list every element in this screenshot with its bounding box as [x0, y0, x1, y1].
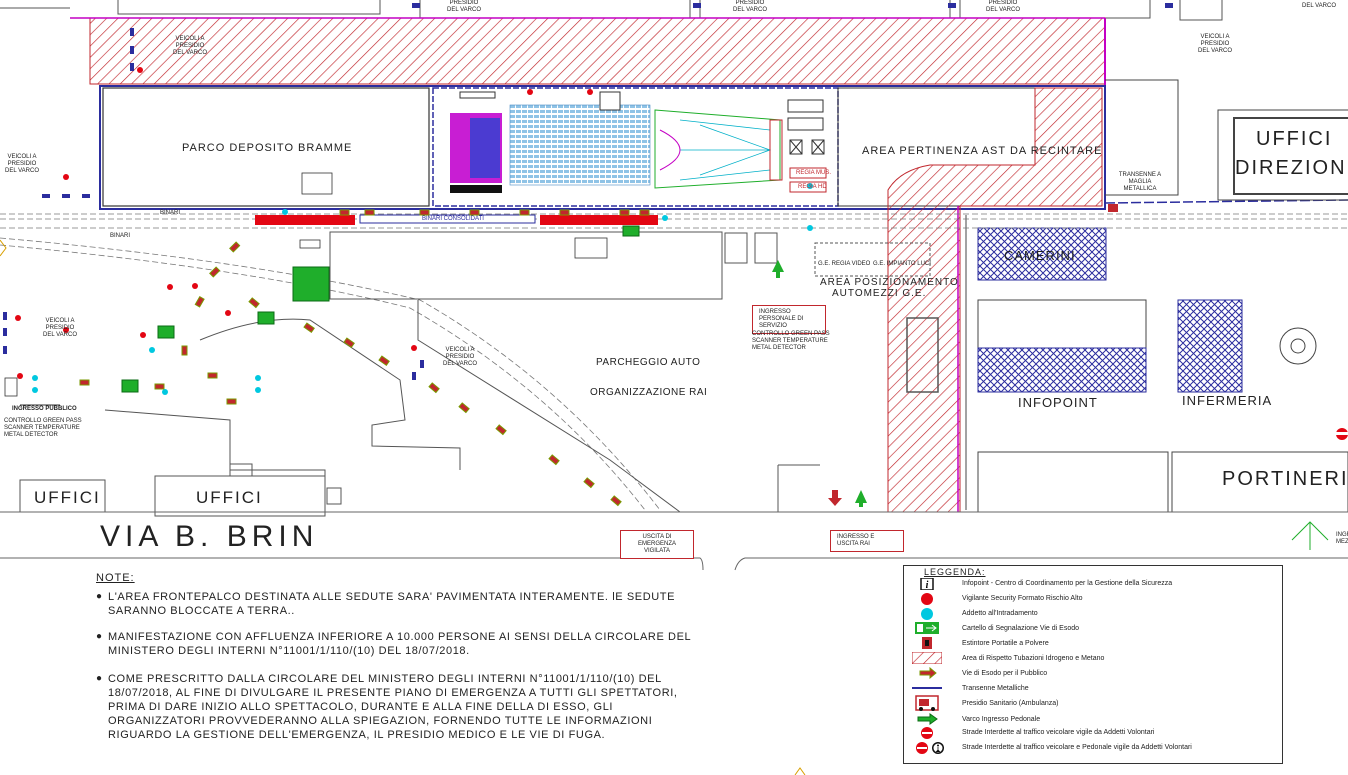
uffici-b-label: UFFICI: [196, 488, 263, 507]
ingresso-uscita-rai-box: INGRESSO E USCITA RAI: [830, 530, 904, 552]
parcheggio-label-1: PARCHEGGIO AUTO: [596, 357, 701, 368]
legend-item: Varco Ingresso Pedonale: [962, 716, 1041, 723]
veicoli-label-2: VEICOLI A PRESIDIO DEL VARCO: [4, 154, 39, 174]
hatch-icon: [912, 652, 942, 664]
street-name: VIA B. BRIN: [100, 520, 319, 553]
legend-item: Vie di Esodo per il Pubblico: [962, 670, 1048, 677]
ingresso-partial-label: INGR MEZ: [1336, 532, 1348, 545]
ingresso-pubblico-label: INGRESSO PUBBLICO: [12, 406, 77, 412]
varco-top-label-3: PRESIDIO DEL VARCO: [985, 0, 1020, 13]
entrance-arrow-icon: [917, 713, 938, 725]
extinguisher-icon: [922, 637, 932, 649]
notes-section: NOTE: L'AREA FRONTEPALCO DESTINATA ALLE …: [96, 572, 696, 742]
legend-item: Addetto all'Intradamento: [962, 610, 1038, 617]
red-dot-icon: [921, 593, 933, 605]
binari-label-2: BINARI: [110, 233, 131, 239]
red-barrier-1: [255, 215, 355, 225]
veicoli-label-1: VEICOLI A PRESIDIO DEL VARCO: [172, 36, 207, 56]
top-buildings: [0, 0, 1223, 21]
binari-label-1: BINARI: [160, 210, 181, 216]
legend: LEGGENDA: i Infopoint - Centro di Coordi…: [903, 565, 1283, 764]
cyan-dot-icon: [921, 608, 933, 620]
no-entry-pedestrian-icon: [916, 742, 944, 754]
parco-label: PARCO DEPOSITO BRAMME: [182, 142, 353, 154]
uffici-a-label: UFFICI: [34, 488, 101, 507]
regia-hd-label: REGIA HD: [798, 184, 827, 190]
barrier-icon: [912, 687, 942, 689]
area-posizionamento-label-2: AUTOMEZZI G.E.: [832, 288, 927, 299]
varco-top-label-2: PRESIDIO DEL VARCO: [732, 0, 767, 13]
note-item: COME PRESCRITTO DALLA CIRCOLARE DEL MINI…: [96, 672, 696, 742]
legend-item: Strade Interdette al traffico veicolare …: [962, 729, 1155, 736]
varco-top-label-4: DEL VARCO: [1302, 3, 1337, 9]
legend-item: Cartello di Segnalazione Vie di Esodo: [962, 625, 1080, 632]
portineria-label: PORTINERIA: [1222, 468, 1348, 490]
varco-top-label-1: PRESIDIO DEL VARCO: [446, 0, 481, 13]
legend-item: Strade Interdette al traffico veicolare …: [962, 744, 1192, 751]
area-posizionamento-label-1: AREA POSIZIONAMENTO: [820, 277, 959, 288]
ingresso-personale-box: INGRESSO PERSONALE DI SERVIZIO: [752, 305, 826, 334]
legend-item: Presidio Sanitario (Ambulanza): [962, 700, 1059, 707]
no-entry-icon: [921, 727, 933, 739]
hatch-area-top: [89, 17, 1106, 85]
uffici-direzione-label-1: UFFICI: [1256, 128, 1333, 150]
exit-sign-icon: [915, 622, 939, 634]
legend-item: Transenne Metalliche: [962, 685, 1029, 692]
ambulance-icon: [915, 695, 939, 711]
note-item: L'AREA FRONTEPALCO DESTINATA ALLE SEDUTE…: [96, 590, 696, 618]
svg-text:i: i: [926, 580, 929, 590]
note-item: MANIFESTAZIONE CON AFFLUENZA INFERIORE A…: [96, 630, 696, 658]
uscita-emergenza-box: USCITA DI EMERGENZA VIGILATA: [620, 530, 694, 559]
legend-item: Infopoint - Centro di Coordinamento per …: [962, 580, 1173, 587]
controllo-note-1: CONTROLLO GREEN PASS SCANNER TEMPERATURE…: [4, 418, 82, 438]
veicoli-label-4: VEICOLI A PRESIDIO DEL VARCO: [442, 347, 477, 367]
legend-item: Estintore Portatile a Polvere: [962, 640, 1049, 647]
ge-regia-label: G.E. REGIA VIDEO: [818, 261, 871, 267]
infopoint-label: INFOPOINT: [1018, 395, 1098, 410]
info-icon: i: [920, 578, 934, 590]
veicoli-label-3: VEICOLI A PRESIDIO DEL VARCO: [42, 318, 77, 338]
veicoli-label-5: VEICOLI A PRESIDIO DEL VARCO: [1197, 34, 1232, 54]
parcheggio-label-2: ORGANIZZAZIONE RAI: [590, 387, 708, 398]
camerini-label: CAMERINI: [1004, 248, 1076, 263]
evacuation-arrows: [79, 209, 650, 507]
regia-mus-label: REGIA MUS.: [796, 170, 832, 176]
arrow-icon: [919, 667, 937, 679]
infermeria-label: INFERMERIA: [1182, 393, 1273, 408]
legend-item: Area di Rispetto Tubazioni Idrogeno e Me…: [962, 655, 1105, 662]
uffici-direzione-label-2: DIREZIONE: [1235, 157, 1348, 179]
area-pertinenza-label: AREA PERTINENZA AST DA RECINTARE: [862, 145, 1103, 157]
stage-seating: [450, 91, 827, 193]
legend-item: Vigilante Security Formato Rischio Alto: [962, 595, 1083, 602]
binari-box-label: BINARI CONSOLIDATI: [422, 216, 484, 222]
red-barrier-2: [540, 215, 658, 225]
controllo-note-2: CONTROLLO GREEN PASS SCANNER TEMPERATURE…: [752, 331, 830, 351]
legend-title: LEGGENDA:: [924, 567, 986, 577]
transenne-label: TRANSENNE A MAGLIA METALLICA: [1118, 172, 1162, 192]
ge-impianto-label: G.E. IMPIANTO LUCI: [873, 261, 931, 267]
notes-title: NOTE:: [96, 572, 135, 584]
